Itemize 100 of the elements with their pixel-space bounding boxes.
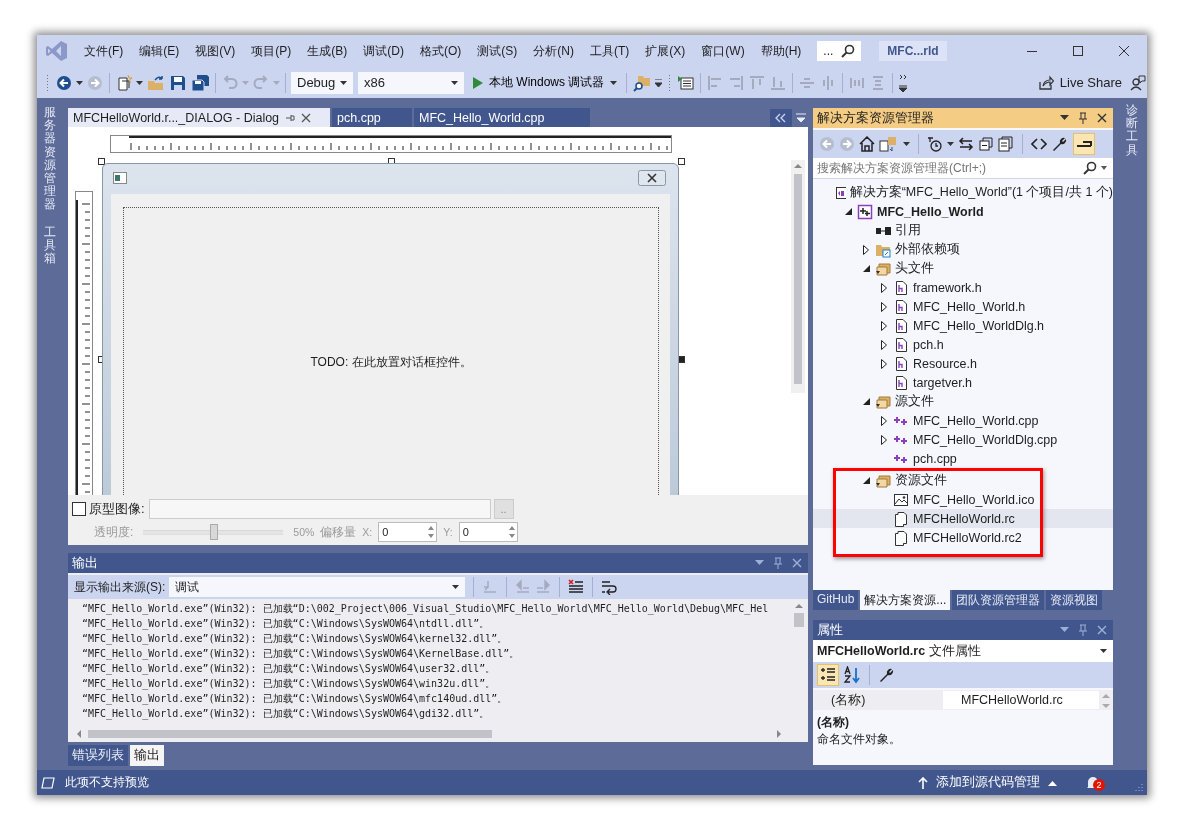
resize-handle[interactable] <box>678 158 685 165</box>
wrench-icon[interactable] <box>878 667 894 683</box>
collapsed-arrow-icon[interactable] <box>881 282 887 293</box>
dropdown-icon[interactable] <box>1060 115 1069 121</box>
slider-thumb[interactable] <box>210 524 219 540</box>
expanded-arrow-icon[interactable] <box>862 265 870 272</box>
source-control-button[interactable]: 添加到源代码管理 <box>918 774 1057 791</box>
tree-item[interactable]: MFC_Hello_World.ico <box>813 490 1113 509</box>
menu-item[interactable]: 格式(O) <box>412 41 470 61</box>
collapsed-arrow-icon[interactable] <box>881 415 887 426</box>
search-field[interactable]: 搜索解决方案资源管理器(Ctrl+;) <box>813 158 1113 179</box>
save-all-icon[interactable] <box>191 74 209 91</box>
notifications-button[interactable]: 2 <box>1085 772 1109 793</box>
collapsed-arrow-icon[interactable] <box>881 339 887 350</box>
tree-item[interactable]: MFCHelloWorld.rc2 <box>813 528 1113 547</box>
document-tab[interactable]: MFC_Hello_World.cpp <box>414 108 590 127</box>
collapsed-arrow-icon[interactable] <box>881 434 887 445</box>
menu-item[interactable]: 测试(S) <box>469 41 526 61</box>
live-share-button[interactable]: Live Share <box>1033 74 1126 91</box>
tree-item[interactable]: MFC_Hello_World.cpp <box>813 411 1113 430</box>
caret-icon[interactable] <box>136 80 143 85</box>
run-debugger-button[interactable]: 本地 Windows 调试器 <box>469 74 622 91</box>
panel-tab[interactable]: 团队资源管理器 <box>952 590 1045 610</box>
collapsed-arrow-icon[interactable] <box>881 301 887 312</box>
panel-tab[interactable]: 资源视图 <box>1046 590 1103 610</box>
pin-icon[interactable] <box>1078 624 1088 636</box>
collapsed-arrow-icon[interactable] <box>881 320 887 331</box>
menu-item[interactable]: 编辑(E) <box>131 41 188 61</box>
panel-tab[interactable]: GitHub <box>813 590 859 610</box>
window-list-icon[interactable] <box>678 74 695 91</box>
menu-item[interactable]: 扩展(X) <box>637 41 694 61</box>
pending-changes-icon[interactable] <box>927 136 943 152</box>
preview-toggle-icon[interactable] <box>1073 133 1095 155</box>
scroll-tabs-icon[interactable] <box>770 109 792 127</box>
tree-item[interactable]: pch.cpp <box>813 449 1113 468</box>
close-icon[interactable] <box>301 112 312 123</box>
close-icon[interactable] <box>1097 113 1107 123</box>
sync-icon[interactable] <box>958 136 974 152</box>
menu-item[interactable]: 窗口(W) <box>693 41 753 61</box>
word-wrap-icon[interactable] <box>601 579 618 595</box>
collapsed-arrow-icon[interactable] <box>881 358 887 369</box>
feedback-icon[interactable] <box>1130 74 1146 91</box>
clear-all-icon[interactable] <box>568 579 585 595</box>
panel-tab[interactable]: 解决方案资源... <box>860 590 951 610</box>
menu-item[interactable]: 分析(N) <box>525 41 582 61</box>
side-panel-tab[interactable]: 诊断工具 <box>1126 104 1138 157</box>
caret-icon[interactable] <box>655 78 663 87</box>
tree-item[interactable]: framework.h <box>813 278 1113 297</box>
resize-grip-icon[interactable] <box>1133 782 1143 793</box>
code-icon[interactable] <box>1031 136 1047 152</box>
side-panel-tab[interactable]: 服务器资源管理器 <box>44 106 56 212</box>
new-item-icon[interactable] <box>116 74 132 91</box>
wrench-icon[interactable] <box>1051 136 1067 152</box>
save-icon[interactable] <box>170 74 186 91</box>
expanded-arrow-icon[interactable] <box>844 208 852 215</box>
document-tab[interactable]: MFCHelloWorld.r..._DIALOG - Dialog <box>68 108 330 127</box>
pin-icon[interactable] <box>1078 112 1088 124</box>
caret-icon[interactable] <box>76 80 83 85</box>
caret-icon[interactable] <box>947 142 954 146</box>
side-panel-tab[interactable]: 工具箱 <box>44 225 56 266</box>
menu-item[interactable]: 工具(T) <box>582 41 638 61</box>
tree-item[interactable]: Resource.h <box>813 354 1113 373</box>
expanded-arrow-icon[interactable] <box>862 477 870 484</box>
menu-item[interactable]: 生成(B) <box>299 41 356 61</box>
sort-alphabetical-icon[interactable] <box>843 666 861 684</box>
collapse-all-icon[interactable] <box>978 136 994 152</box>
tree-item[interactable]: MFC_Hello_World <box>813 202 1113 221</box>
find-folder-icon[interactable] <box>633 73 652 92</box>
close-icon[interactable] <box>638 170 666 186</box>
spin-field[interactable]: 0 <box>378 522 438 542</box>
caret-icon[interactable] <box>1101 166 1107 170</box>
open-folder-icon[interactable] <box>147 74 165 91</box>
platform-dropdown[interactable]: x86 <box>358 71 464 94</box>
property-value[interactable]: MFCHelloWorld.rc <box>943 691 1099 709</box>
tree-item[interactable]: 引用 <box>813 221 1113 240</box>
checkbox[interactable] <box>72 502 86 516</box>
menu-item[interactable]: 视图(V) <box>187 41 244 61</box>
switch-views-icon[interactable] <box>879 136 899 152</box>
tree-item[interactable]: targetver.h <box>813 373 1113 392</box>
collapsed-arrow-icon[interactable] <box>863 244 869 255</box>
tree-item[interactable]: 头文件 <box>813 259 1113 278</box>
caret-icon[interactable] <box>903 142 910 146</box>
expanded-arrow-icon[interactable] <box>862 398 870 405</box>
menu-item[interactable]: 项目(P) <box>243 41 300 61</box>
output-source-dropdown[interactable]: 调试 <box>169 577 466 597</box>
menu-item[interactable]: 文件(F) <box>76 41 132 61</box>
image-path-field[interactable] <box>148 499 491 519</box>
resize-handle[interactable] <box>98 158 105 165</box>
spin-field[interactable]: 0 <box>458 522 518 542</box>
panel-tab[interactable]: 输出 <box>130 745 164 766</box>
panel-tab[interactable]: 错误列表 <box>68 745 128 766</box>
tree-item[interactable]: 解决方案“MFC_Hello_World”(1 个项目/共 1 个) <box>813 183 1113 202</box>
tree-item[interactable]: MFC_Hello_WorldDlg.cpp <box>813 430 1113 449</box>
back-icon[interactable] <box>56 74 72 91</box>
tree-item[interactable]: MFC_Hello_World.h <box>813 297 1113 316</box>
tree-item[interactable]: 源文件 <box>813 392 1113 411</box>
tree-item[interactable]: 外部依赖项 <box>813 240 1113 259</box>
copy-files-icon[interactable] <box>998 136 1014 152</box>
categorized-icon[interactable] <box>817 664 839 686</box>
object-selector[interactable]: MFCHelloWorld.rc 文件属性 <box>813 640 1113 662</box>
